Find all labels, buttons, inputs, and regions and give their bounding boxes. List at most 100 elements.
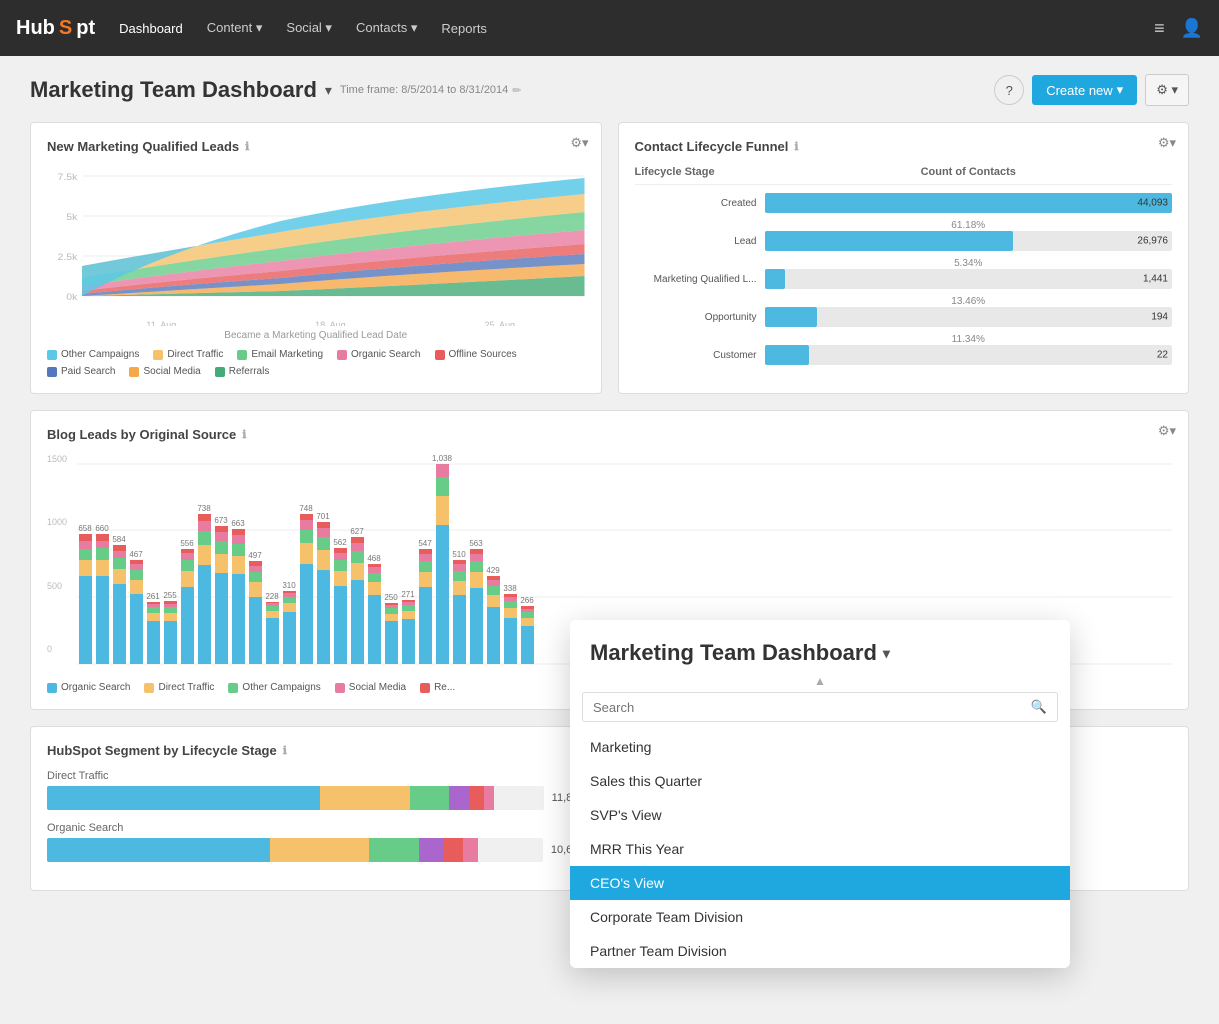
legend-email-marketing: Email Marketing [237,349,323,360]
funnel-pct-customer: 11.34% [635,334,1173,345]
dropdown-item-mrr[interactable]: MRR This Year [570,832,1070,866]
dropdown-item-partner[interactable]: Partner Team Division [570,934,1070,968]
funnel-pct-lead: 61.18% [635,220,1173,231]
create-new-button[interactable]: Create new ▾ [1032,75,1137,105]
top-row: New Marketing Qualified Leads ℹ ⚙▾ 7.5k … [30,122,1189,394]
dropdown-search-box[interactable]: 🔍 [582,692,1058,722]
blog-leads-gear[interactable]: ⚙▾ [1158,423,1176,439]
logo-text2: pt [76,17,95,40]
svg-text:2.5k: 2.5k [58,253,78,263]
page-actions: ? Create new ▾ ⚙ ▾ [994,74,1189,106]
blog-leads-info-icon[interactable]: ℹ [242,428,246,441]
svg-text:7.5k: 7.5k [58,173,78,183]
dropdown-item-marketing[interactable]: Marketing [570,730,1070,764]
svg-text:255: 255 [163,591,177,600]
page-title: Marketing Team Dashboard [30,77,317,103]
mql-info-icon[interactable]: ℹ [245,140,249,153]
funnel-count-customer: 22 [1157,350,1168,361]
edit-icon[interactable]: ✏ [512,84,521,97]
funnel-count-created: 44,093 [1137,198,1168,209]
mql-title: New Marketing Qualified Leads ℹ [47,139,585,154]
funnel-bar-lead: 26,976 [765,231,1173,251]
legend-social-media: Social Media [129,366,200,377]
funnel-label-mql: Marketing Qualified L... [635,274,765,285]
search-icon: 🔍 [1031,699,1047,715]
dashboard-dropdown: Marketing Team Dashboard ▾ ▲ 🔍 Marketing… [570,620,1070,968]
nav-contacts[interactable]: Contacts ▾ [356,20,417,36]
svg-text:271: 271 [401,590,415,599]
x-tick-1: 11. Aug [146,320,176,326]
mql-chart: 7.5k 5k 2.5k 0k [47,166,585,326]
svg-text:701: 701 [316,512,330,521]
segment-widget: HubSpot Segment by Lifecycle Stage ℹ ⚙▾ … [30,726,602,891]
segment-title-text: HubSpot Segment by Lifecycle Stage [47,743,277,758]
funnel-bar-created: 44,093 [765,193,1173,213]
svg-text:338: 338 [503,584,517,593]
mql-x-label: Became a Marketing Qualified Lead Date [47,330,585,341]
funnel-widget: Contact Lifecycle Funnel ℹ ⚙▾ Lifecycle … [618,122,1190,394]
svg-text:429: 429 [486,566,500,575]
mql-title-text: New Marketing Qualified Leads [47,139,239,154]
dropdown-item-corporate[interactable]: Corporate Team Division [570,900,1070,934]
funnel-label-opportunity: Opportunity [635,312,765,323]
title-dropdown-arrow[interactable]: ▾ [325,82,332,99]
legend-paid-search: Paid Search [47,366,115,377]
help-button[interactable]: ? [994,75,1024,105]
user-icon[interactable]: 👤 [1181,18,1203,39]
dropdown-item-sales[interactable]: Sales this Quarter [570,764,1070,798]
mql-gear[interactable]: ⚙▾ [570,135,588,151]
funnel-info-icon[interactable]: ℹ [794,140,798,153]
dropdown-item-ceo[interactable]: CEO's View [570,866,1070,900]
nav-social[interactable]: Social ▾ [286,20,332,36]
svg-text:5k: 5k [66,213,77,223]
svg-text:556: 556 [180,539,194,548]
blog-legend-social: Social Media [335,682,406,693]
funnel-gear[interactable]: ⚙▾ [1158,135,1176,151]
time-frame: Time frame: 8/5/2014 to 8/31/2014 ✏ [340,84,522,97]
svg-text:658: 658 [78,524,92,533]
timeframe-text: Time frame: 8/5/2014 to 8/31/2014 [340,84,508,96]
svg-text:584: 584 [112,535,126,544]
funnel-bar-customer: 22 [765,345,1173,365]
blog-legend-other: Other Campaigns [228,682,320,693]
nav-dashboard[interactable]: Dashboard [119,21,183,36]
page-header: Marketing Team Dashboard ▾ Time frame: 8… [30,56,1189,122]
x-tick-2: 18. Aug [315,320,346,326]
legend-offline-sources: Offline Sources [435,349,517,360]
navbar: HubSpt Dashboard Content ▾ Social ▾ Cont… [0,0,1219,56]
funnel-title: Contact Lifecycle Funnel ℹ [635,139,1173,154]
funnel-pct-mql: 5.34% [635,258,1173,269]
nav-reports[interactable]: Reports [441,21,487,36]
dropdown-caret[interactable]: ▾ [883,645,890,662]
segment-info-icon[interactable]: ℹ [283,744,287,757]
svg-text:250: 250 [384,593,398,602]
funnel-col-label: Lifecycle Stage [635,166,765,178]
svg-text:468: 468 [367,554,381,563]
svg-text:467: 467 [129,550,143,559]
blog-legend-organic: Organic Search [47,682,130,693]
svg-text:563: 563 [469,539,483,548]
dropdown-search-input[interactable] [593,700,1023,715]
page-gear-button[interactable]: ⚙ ▾ [1145,74,1189,106]
funnel-row-created: Created 44,093 [635,193,1173,213]
hamburger-icon[interactable]: ≡ [1154,18,1165,39]
dropdown-title: Marketing Team Dashboard ▾ [570,620,1070,674]
funnel-row-lead: 61.18% Lead 26,976 [635,219,1173,251]
x-tick-3: 25. Aug [485,320,516,326]
mql-x-axis: 11. Aug 18. Aug 25. Aug [47,320,585,326]
svg-text:510: 510 [452,550,466,559]
funnel-row-mql: 5.34% Marketing Qualified L... 1,441 [635,257,1173,289]
funnel-bar-opportunity: 194 [765,307,1173,327]
logo: HubSpt [16,17,95,40]
svg-text:310: 310 [282,581,296,590]
nav-content[interactable]: Content ▾ [207,20,263,36]
blog-legend-re: Re... [420,682,455,693]
bar-groups: 658 6. Aug 660 [77,454,534,674]
funnel-col-count: Count of Contacts [765,166,1173,178]
dropdown-item-svp[interactable]: SVP's View [570,798,1070,832]
blog-leads-title-text: Blog Leads by Original Source [47,427,236,442]
segment-title: HubSpot Segment by Lifecycle Stage ℹ [47,743,585,758]
segment-row-direct: Direct Traffic 11,887 [47,770,585,810]
funnel-row-opportunity: 13.46% Opportunity 194 [635,295,1173,327]
create-new-label: Create new [1046,83,1112,98]
